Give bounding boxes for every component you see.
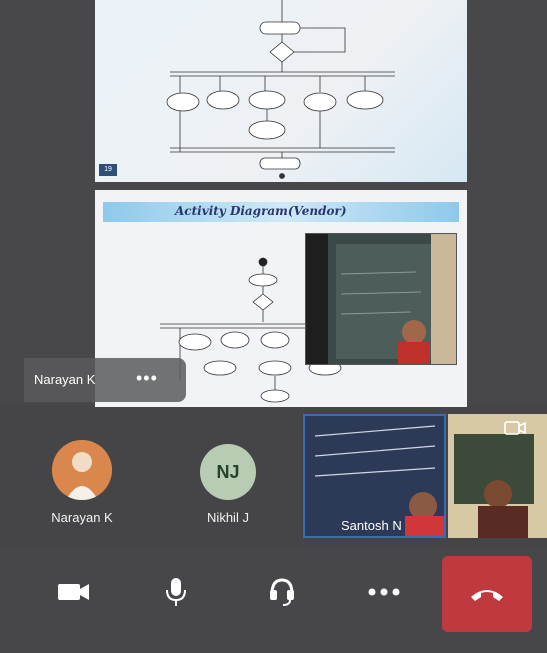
participant-narayan[interactable]: Narayan K — [42, 440, 122, 525]
meeting-stage: 19 Activity Diagram(Vendor) Narayan K ••… — [0, 0, 547, 653]
more-options-icon[interactable]: ••• — [136, 368, 158, 389]
headset-icon[interactable] — [262, 572, 302, 612]
flowchart-diagram — [166, 0, 395, 179]
avatar — [52, 440, 112, 500]
presenter-camera-feed — [305, 233, 457, 365]
video-camera-icon[interactable] — [54, 572, 94, 612]
video-tile-name: Santosh N — [341, 518, 402, 533]
end-call-button[interactable] — [442, 556, 532, 632]
participant-nikhil[interactable]: NJ Nikhil J — [188, 444, 268, 525]
microphone-icon[interactable] — [156, 572, 196, 612]
video-tile-santosh[interactable]: Santosh N — [303, 414, 446, 538]
participant-name: Nikhil J — [207, 510, 249, 525]
switch-camera-icon[interactable] — [503, 418, 527, 438]
self-video-frame — [448, 414, 547, 538]
shared-slide-1: 19 — [95, 0, 467, 182]
switch-camera-glyph — [504, 421, 526, 435]
avatar-photo — [52, 440, 112, 500]
presenter-video-frame — [306, 234, 456, 364]
self-view-tile[interactable] — [448, 414, 547, 538]
slide-number-badge: 19 — [99, 164, 117, 176]
more-icon[interactable] — [364, 572, 404, 612]
spotlight-name: Narayan K — [34, 372, 96, 387]
participant-name: Narayan K — [51, 510, 113, 525]
spotlight-name-tag[interactable]: Narayan K ••• — [24, 358, 186, 402]
hang-up-icon — [471, 590, 503, 601]
avatar-initials: NJ — [200, 444, 256, 500]
screen-share-area: 19 Activity Diagram(Vendor) Narayan K ••… — [0, 0, 547, 407]
